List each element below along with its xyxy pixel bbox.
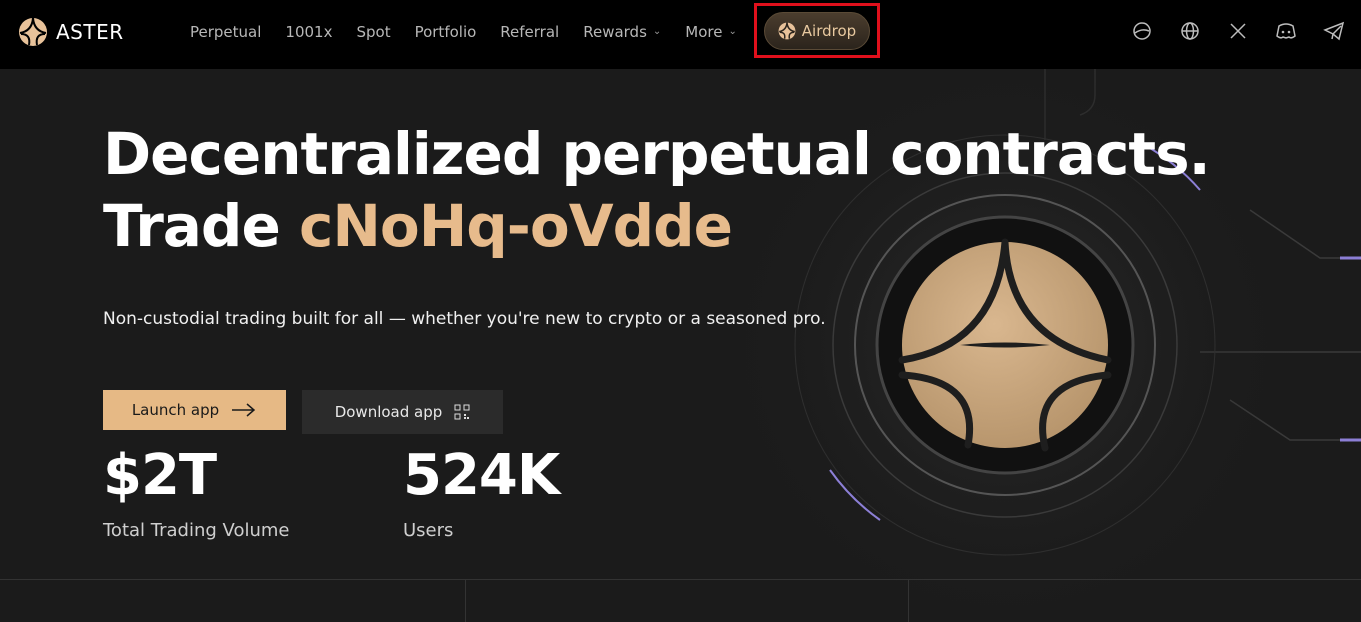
stat-label: Users bbox=[403, 520, 454, 541]
chevron-down-icon: ⌄ bbox=[652, 26, 662, 37]
hero-title-prefix: Trade bbox=[103, 192, 299, 260]
download-app-label: Download app bbox=[334, 403, 443, 421]
stat-label: Total Trading Volume bbox=[103, 520, 290, 541]
column-divider bbox=[908, 580, 909, 622]
nav-link-rewards-label: Rewards bbox=[583, 22, 647, 41]
column-divider bbox=[465, 580, 466, 622]
nav-link-spot[interactable]: Spot bbox=[356, 23, 390, 41]
aster-coin-icon bbox=[778, 22, 796, 40]
hero-title: Decentralized perpetual contracts. Trade… bbox=[103, 118, 1211, 262]
launch-app-button[interactable]: Launch app bbox=[103, 390, 286, 430]
nav-link-referral[interactable]: Referral bbox=[500, 23, 559, 41]
nav-link-rewards[interactable]: Rewards ⌄ bbox=[583, 23, 661, 41]
stat-value: 524K bbox=[403, 443, 560, 508]
stat-value: $2T bbox=[103, 443, 217, 508]
nav-link-more[interactable]: More ⌄ bbox=[685, 23, 737, 41]
hero-title-accent: cNoHq-oVdde bbox=[298, 192, 733, 260]
qr-code-icon bbox=[454, 404, 470, 420]
stat-trading-volume: $2T Total Trading Volume bbox=[103, 443, 290, 542]
hero-title-line1: Decentralized perpetual contracts. bbox=[103, 120, 1211, 188]
chevron-down-icon: ⌄ bbox=[728, 26, 737, 37]
primary-nav: Perpetual 1001x Spot Portfolio Referral … bbox=[190, 0, 761, 63]
stat-users: 524K Users bbox=[403, 443, 560, 542]
nav-link-perpetual[interactable]: Perpetual bbox=[190, 23, 261, 41]
launch-app-label: Launch app bbox=[131, 401, 220, 419]
docs-icon[interactable] bbox=[1131, 20, 1153, 42]
nav-link-portfolio[interactable]: Portfolio bbox=[415, 23, 477, 41]
telegram-icon[interactable] bbox=[1323, 20, 1345, 42]
brand-name: ASTER bbox=[56, 20, 124, 44]
discord-icon[interactable] bbox=[1275, 20, 1297, 42]
nav-link-more-label: More bbox=[685, 22, 723, 41]
hero-title-line2: Trade cNoHq-oVdde bbox=[103, 190, 1210, 262]
top-navbar: ASTER Perpetual 1001x Spot Portfolio Ref… bbox=[0, 0, 1361, 69]
section-divider bbox=[0, 579, 1361, 580]
arrow-right-icon bbox=[232, 403, 256, 417]
x-icon[interactable] bbox=[1227, 20, 1249, 42]
hero-subtitle: Non-custodial trading built for all — wh… bbox=[103, 309, 826, 329]
aster-logo-icon bbox=[19, 17, 47, 46]
airdrop-button[interactable]: Airdrop bbox=[764, 12, 870, 50]
social-icons bbox=[1131, 20, 1345, 42]
brand-logo[interactable]: ASTER bbox=[18, 17, 124, 47]
nav-link-1001x[interactable]: 1001x bbox=[285, 23, 332, 41]
airdrop-label: Airdrop bbox=[801, 22, 857, 40]
download-app-button[interactable]: Download app bbox=[302, 390, 503, 434]
globe-icon[interactable] bbox=[1179, 20, 1201, 42]
